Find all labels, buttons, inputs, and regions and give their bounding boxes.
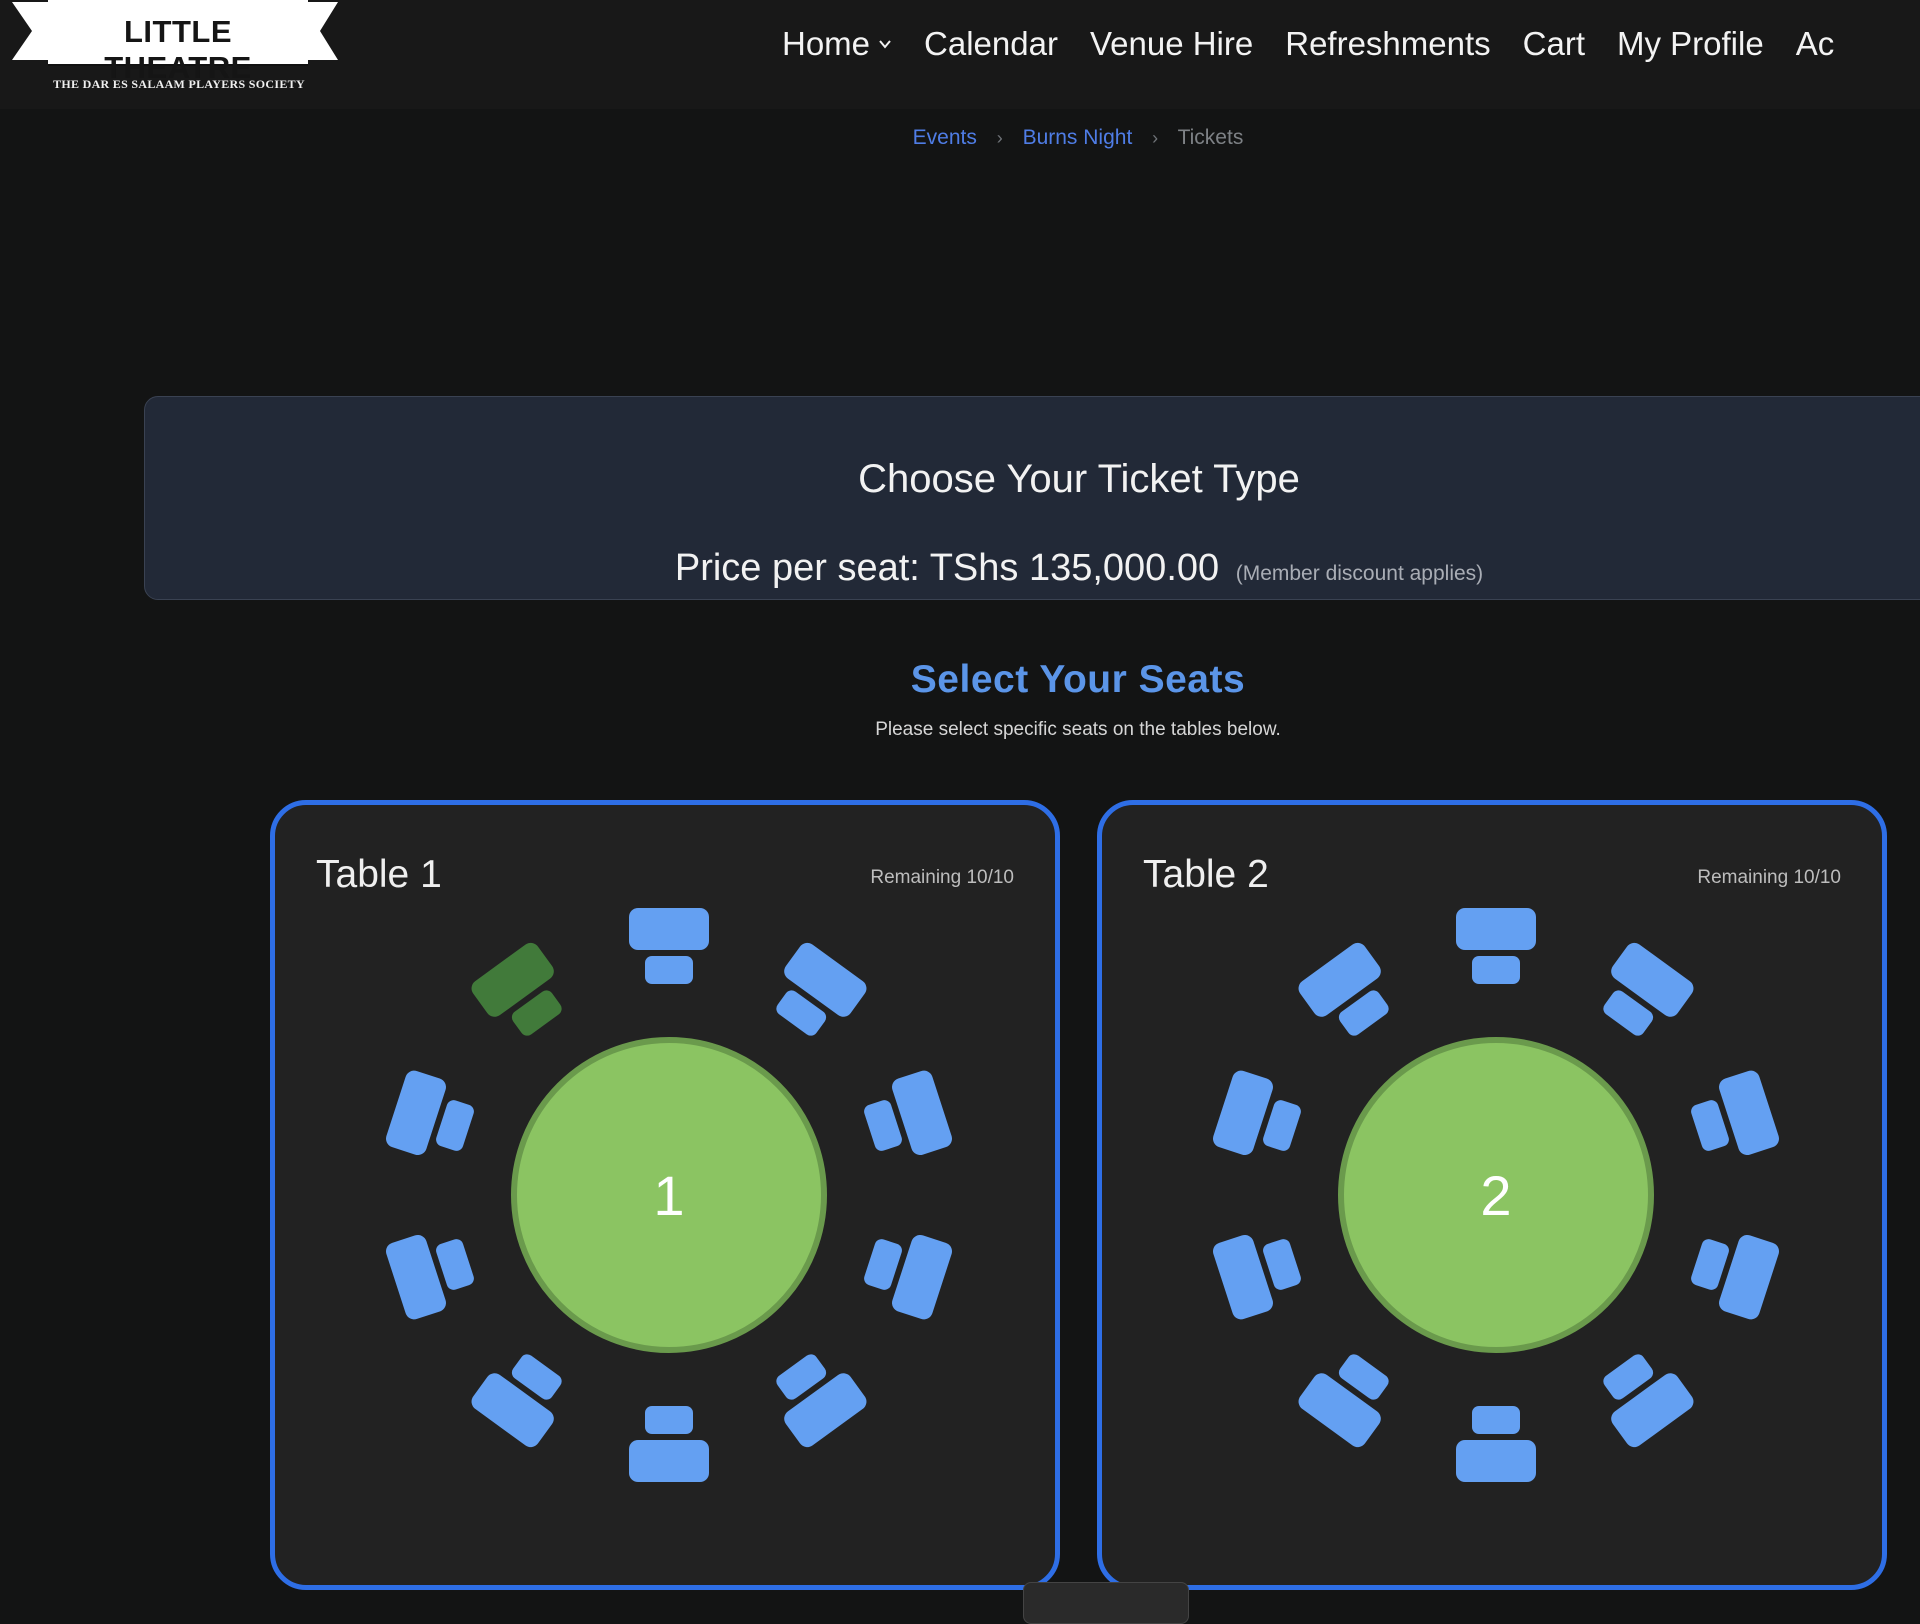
ticket-type-panel: Choose Your Ticket Type Price per seat: …	[144, 396, 1920, 600]
seat-10[interactable]	[1295, 939, 1404, 1048]
seat-cushion	[436, 1100, 474, 1151]
seat-6[interactable]	[1456, 1406, 1536, 1482]
seat-cushion	[645, 956, 693, 984]
seat-3[interactable]	[1684, 1068, 1781, 1168]
breadcrumb-separator: ›	[996, 128, 1003, 148]
table-card-1: Table 1 Remaining 10/10 1	[270, 800, 1060, 1590]
select-seats-title: Select Your Seats	[910, 658, 1246, 701]
seat-2[interactable]	[1588, 939, 1697, 1048]
table-card-2: Table 2 Remaining 10/10 2	[1097, 800, 1887, 1590]
site-logo[interactable]: LITTLE THEATRE THE DAR ES SALAAM PLAYERS…	[8, 0, 340, 100]
seat-4[interactable]	[857, 1222, 954, 1322]
seat-5[interactable]	[1588, 1342, 1697, 1451]
seat-cushion	[864, 1100, 902, 1151]
seat-cushion	[1472, 956, 1520, 984]
site-header: LITTLE THEATRE THE DAR ES SALAAM PLAYERS…	[0, 0, 1920, 109]
logo-title: LITTLE THEATRE	[104, 14, 252, 85]
logo-subtitle: THE DAR ES SALAAM PLAYERS SOCIETY	[53, 77, 305, 91]
nav-calendar[interactable]: Calendar	[924, 22, 1058, 66]
seat-1[interactable]	[1456, 908, 1536, 984]
seat-cushion	[1472, 1406, 1520, 1434]
breadcrumb-events[interactable]: Events	[913, 126, 977, 149]
seat-cushion	[1691, 1100, 1729, 1151]
member-discount-note: (Member discount applies)	[1235, 562, 1484, 585]
nav-more[interactable]: Ac	[1796, 22, 1835, 66]
nav-home-label: Home	[782, 25, 871, 62]
ticket-type-title: Choose Your Ticket Type	[858, 457, 1300, 501]
breadcrumb: Events › Burns Night › Tickets	[0, 126, 1920, 150]
seat-cushion	[436, 1239, 474, 1290]
seat-back	[1456, 908, 1536, 950]
seating-plan: 1	[384, 908, 954, 1482]
seat-2[interactable]	[761, 939, 870, 1048]
table-number: 2	[1480, 1164, 1511, 1227]
main-nav: Home Calendar Venue Hire Refreshments Ca…	[782, 22, 1834, 66]
seat-3[interactable]	[857, 1068, 954, 1168]
nav-cart[interactable]: Cart	[1523, 22, 1585, 66]
seat-10[interactable]	[468, 939, 577, 1048]
table-number: 1	[653, 1164, 684, 1227]
seat-cushion	[864, 1239, 902, 1290]
nav-my-profile[interactable]: My Profile	[1617, 22, 1764, 66]
seat-cushion	[645, 1406, 693, 1434]
seat-cushion	[1691, 1239, 1729, 1290]
breadcrumb-current: Tickets	[1177, 126, 1244, 149]
logo-plate: LITTLE THEATRE	[48, 0, 308, 85]
bottom-floating-tab[interactable]	[1023, 1582, 1189, 1624]
seat-back	[629, 1440, 709, 1482]
seat-cushion	[1263, 1239, 1301, 1290]
ticket-price: Price per seat: TShs 135,000.00 (Member …	[145, 547, 1920, 590]
select-seats-subtitle: Please select specific seats on the tabl…	[875, 719, 1281, 740]
seat-back	[629, 908, 709, 950]
seat-8[interactable]	[1211, 1222, 1308, 1322]
nav-refreshments[interactable]: Refreshments	[1285, 22, 1490, 66]
chevron-down-icon	[879, 40, 891, 49]
seat-6[interactable]	[629, 1406, 709, 1482]
breadcrumb-event[interactable]: Burns Night	[1023, 126, 1133, 149]
seat-4[interactable]	[1684, 1222, 1781, 1322]
seat-8[interactable]	[384, 1222, 481, 1322]
seat-9[interactable]	[1211, 1068, 1308, 1168]
seat-7[interactable]	[1295, 1342, 1404, 1451]
seat-back	[1456, 1440, 1536, 1482]
nav-venue-hire[interactable]: Venue Hire	[1090, 22, 1253, 66]
seat-5[interactable]	[761, 1342, 870, 1451]
nav-home[interactable]: Home	[782, 22, 892, 66]
breadcrumb-separator: ›	[1152, 128, 1159, 148]
seat-7[interactable]	[468, 1342, 577, 1451]
ticket-price-value: Price per seat: TShs 135,000.00	[674, 547, 1220, 589]
seat-1[interactable]	[629, 908, 709, 984]
seat-cushion	[1263, 1100, 1301, 1151]
seating-plan: 2	[1211, 908, 1781, 1482]
seat-9[interactable]	[384, 1068, 481, 1168]
